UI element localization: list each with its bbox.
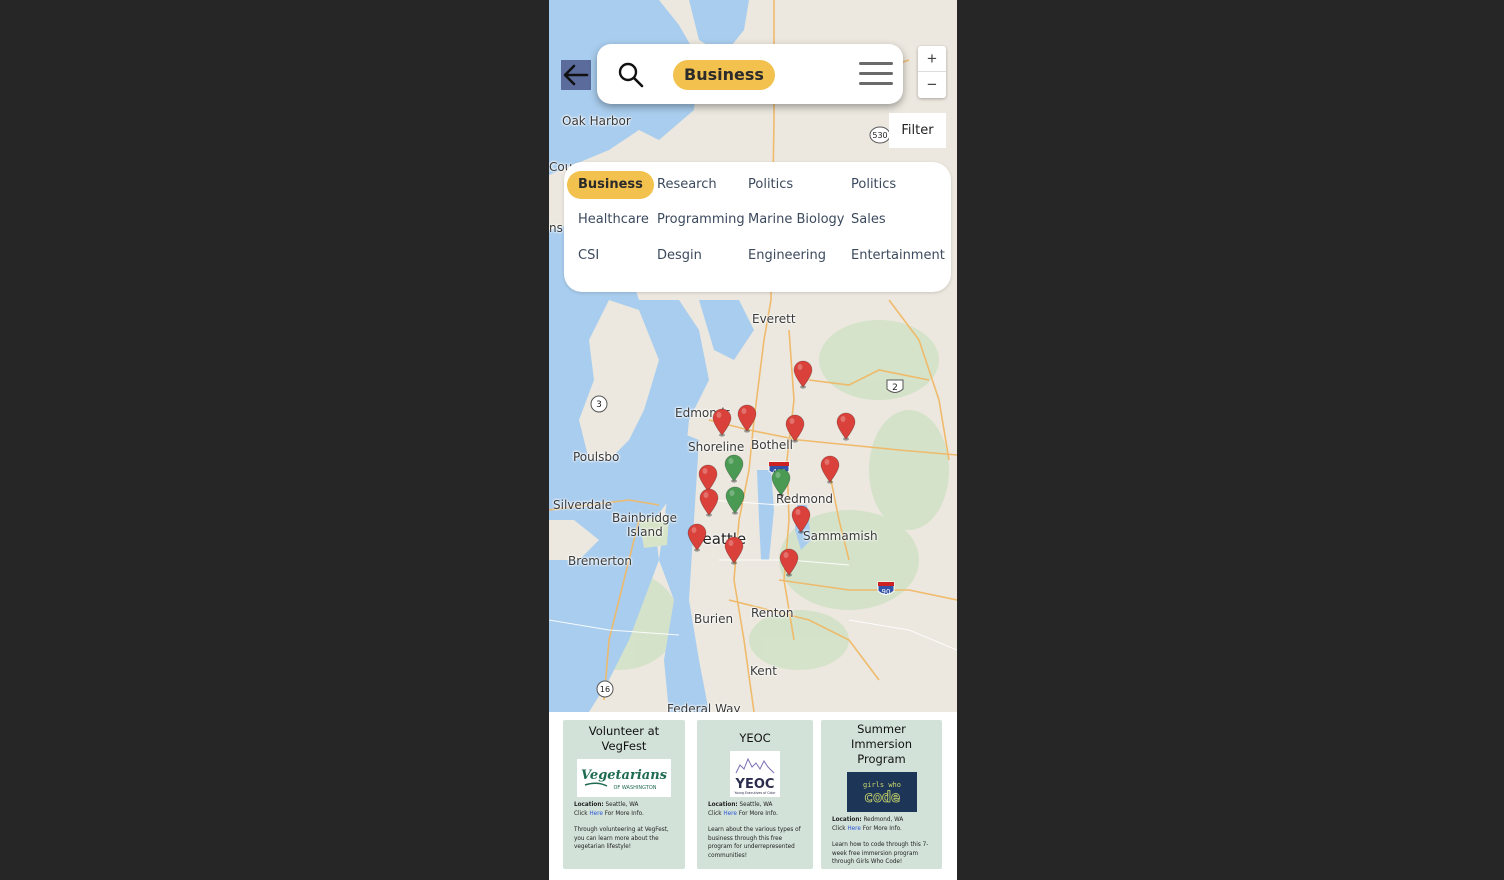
vegetarians-logo: Vegetarians OF WASHINGTON — [577, 759, 671, 797]
route-3-shield-icon: 3 — [590, 395, 608, 413]
red-map-pin-icon[interactable] — [737, 404, 757, 434]
green-map-pin-icon[interactable] — [725, 486, 745, 516]
filter-chip-csi[interactable]: CSI — [578, 242, 599, 270]
zoom-in-button[interactable]: + — [918, 46, 946, 72]
map-label-oak-harbor: Oak Harbor — [562, 114, 631, 128]
svg-text:3: 3 — [596, 400, 602, 410]
search-bar[interactable]: Business — [597, 44, 903, 104]
svg-text:90: 90 — [882, 588, 891, 596]
search-icon[interactable] — [617, 61, 645, 89]
filter-button[interactable]: Filter — [889, 113, 946, 148]
svg-text:Vegetarians: Vegetarians — [581, 768, 668, 783]
selected-category-chip[interactable]: Business — [673, 60, 775, 90]
svg-text:16: 16 — [600, 685, 610, 694]
svg-text:code: code — [863, 788, 899, 806]
back-button[interactable] — [561, 60, 591, 90]
card-details: Location: Seattle, WA Click Here For Mor… — [574, 802, 669, 850]
red-map-pin-icon[interactable] — [687, 523, 707, 553]
opportunity-cards: Volunteer at VegFest Vegetarians OF WASHI… — [549, 712, 957, 880]
more-info-link[interactable]: Here — [589, 811, 603, 817]
card-title: YEOC — [739, 731, 771, 745]
filter-chip-marine-biology[interactable]: Marine Biology — [748, 206, 845, 234]
svg-text:530: 530 — [872, 131, 887, 140]
map-label-stanwood: ns — [549, 221, 563, 235]
filter-panel: Business Research Politics Politics Heal… — [564, 162, 951, 292]
filter-chip-entertainment[interactable]: Entertainment — [851, 242, 945, 270]
more-info-link[interactable]: Here — [723, 811, 737, 817]
filter-chip-business[interactable]: Business — [567, 171, 654, 199]
red-map-pin-icon[interactable] — [779, 548, 799, 578]
filter-chip-healthcare[interactable]: Healthcare — [578, 206, 649, 234]
map-label-renton: Renton — [751, 606, 794, 620]
svg-text:Young Executives of Color: Young Executives of Color — [734, 791, 776, 795]
hamburger-icon[interactable] — [859, 62, 893, 88]
opportunity-card-girls-who-code[interactable]: Summer Immersion Program girls who code L… — [821, 720, 942, 869]
map-label-shoreline: Shoreline — [688, 440, 745, 454]
map-label-sammamish: Sammamish — [803, 529, 878, 543]
yeoc-logo: YEOC Young Executives of Color — [730, 751, 780, 797]
route-530-shield-icon: 530 — [869, 126, 891, 144]
map-label-poulsbo: Poulsbo — [573, 450, 620, 464]
map-label-island: Island — [627, 525, 663, 539]
map-label-silverdale: Silverdale — [553, 498, 613, 512]
red-map-pin-icon[interactable] — [791, 505, 811, 535]
filter-chip-politics[interactable]: Politics — [748, 171, 793, 199]
red-map-pin-icon[interactable] — [712, 408, 732, 438]
zoom-control: + − — [918, 46, 946, 98]
red-map-pin-icon[interactable] — [724, 536, 744, 566]
red-map-pin-icon[interactable] — [820, 455, 840, 485]
green-map-pin-icon[interactable] — [724, 454, 744, 484]
filter-chip-sales[interactable]: Sales — [851, 206, 886, 234]
map-label-bremerton: Bremerton — [568, 554, 632, 568]
svg-text:2: 2 — [892, 383, 898, 393]
red-map-pin-icon[interactable] — [785, 414, 805, 444]
phone-screen: Oak Harbor Cou ns Everett Edmonds Shorel… — [549, 0, 957, 880]
map-label-bainbridge: Bainbridge — [612, 511, 678, 525]
red-map-pin-icon[interactable] — [793, 360, 813, 390]
card-details: Location: Seattle, WA Click Here For Mor… — [708, 802, 801, 859]
card-title: Summer Immersion Program — [850, 722, 913, 766]
girls-who-code-logo: girls who code — [846, 772, 917, 812]
svg-text:YEOC: YEOC — [735, 777, 775, 792]
opportunity-card-vegfest[interactable]: Volunteer at VegFest Vegetarians OF WASHI… — [563, 720, 685, 869]
map-label-burien: Burien — [694, 612, 734, 626]
red-map-pin-icon[interactable] — [836, 412, 856, 442]
route-2-shield-icon: 2 — [886, 379, 904, 393]
filter-chip-politics-2[interactable]: Politics — [851, 171, 896, 199]
filter-chip-engineering[interactable]: Engineering — [748, 242, 826, 270]
more-info-link[interactable]: Here — [847, 826, 861, 832]
filter-chip-programming[interactable]: Programming — [657, 206, 745, 234]
arrow-left-icon — [563, 64, 589, 86]
svg-text:OF WASHINGTON: OF WASHINGTON — [613, 785, 656, 791]
route-90-shield-icon: 90 — [877, 581, 895, 596]
map-label-everett: Everett — [752, 312, 796, 326]
zoom-out-button[interactable]: − — [918, 72, 946, 98]
red-map-pin-icon[interactable] — [699, 488, 719, 518]
opportunity-card-yeoc[interactable]: YEOC YEOC Young Executives of Color Loca… — [697, 720, 813, 869]
filter-chip-research[interactable]: Research — [657, 171, 717, 199]
route-16-shield-icon: 16 — [596, 680, 614, 698]
card-details: Location: Redmond, WA Click Here For Mor… — [832, 817, 929, 865]
map-label-kent: Kent — [750, 664, 777, 678]
filter-chip-desgin[interactable]: Desgin — [657, 242, 702, 270]
card-title: Volunteer at VegFest — [588, 724, 660, 753]
green-map-pin-icon[interactable] — [771, 468, 791, 498]
